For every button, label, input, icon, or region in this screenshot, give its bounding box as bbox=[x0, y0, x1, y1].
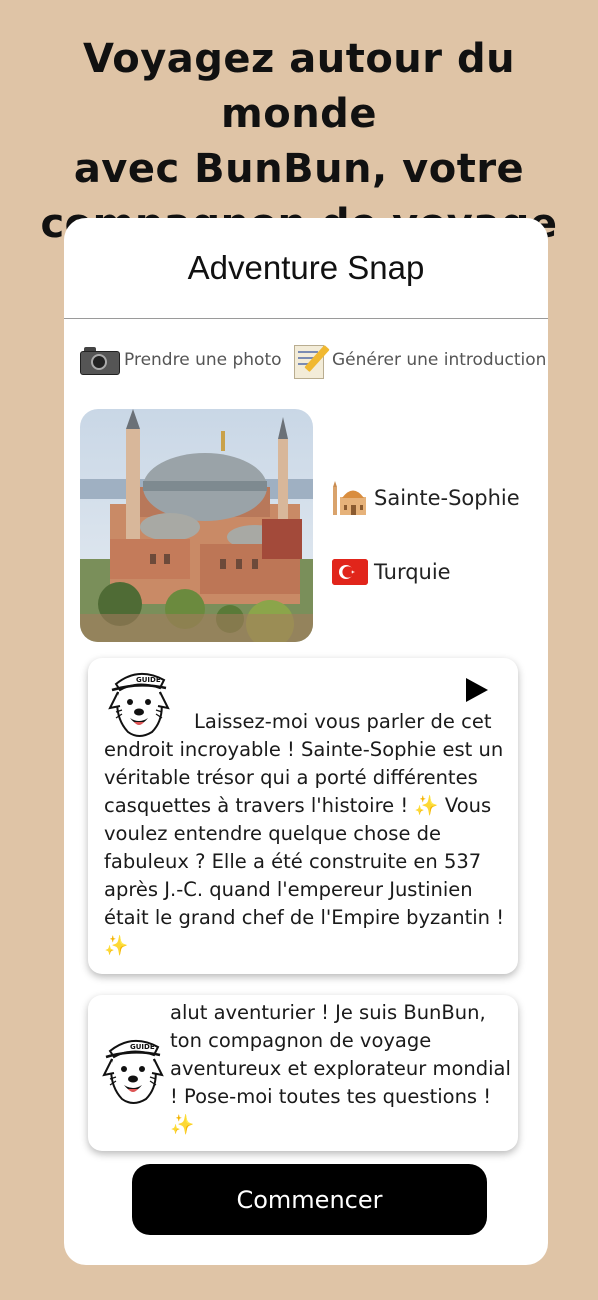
greeting-message-text: alut aventurier ! Je suis BunBun, ton co… bbox=[170, 1001, 511, 1136]
greeting-message-bubble: GUIDE alut aventurier ! Je suis BunBun, … bbox=[88, 995, 518, 1151]
svg-text:GUIDE: GUIDE bbox=[130, 1043, 155, 1051]
landmark-tag: Sainte-Sophie bbox=[332, 481, 520, 515]
title-divider bbox=[64, 318, 548, 319]
app-card: Adventure Snap Prendre une photo Générer… bbox=[64, 218, 548, 1265]
play-audio-button[interactable] bbox=[466, 678, 488, 702]
landmark-photo bbox=[80, 409, 313, 642]
country-name: Turquie bbox=[374, 560, 451, 584]
headline-line-2: avec BunBun, votre bbox=[73, 146, 525, 192]
generate-intro-button[interactable]: Générer une introduction bbox=[292, 340, 546, 380]
country-tag: Turquie bbox=[332, 555, 451, 589]
intro-message-bubble: GUIDE Laissez-moi vous parler de cet end… bbox=[88, 658, 518, 974]
bunbun-avatar: GUIDE bbox=[102, 1029, 164, 1109]
headline-line-1: Voyagez autour du monde bbox=[82, 36, 516, 137]
play-icon bbox=[466, 678, 488, 702]
take-photo-button[interactable]: Prendre une photo bbox=[78, 340, 282, 380]
mosque-icon bbox=[332, 481, 368, 515]
generate-intro-label: Générer une introduction bbox=[332, 350, 547, 370]
intro-message-text: Laissez-moi vous parler de cet endroit i… bbox=[104, 710, 505, 957]
memo-icon bbox=[292, 341, 330, 379]
camera-icon bbox=[78, 345, 120, 375]
landmark-name: Sainte-Sophie bbox=[374, 486, 520, 510]
svg-text:GUIDE: GUIDE bbox=[136, 676, 161, 684]
start-button[interactable]: Commencer bbox=[132, 1164, 487, 1235]
take-photo-label: Prendre une photo bbox=[124, 350, 282, 370]
turkey-flag-icon bbox=[332, 559, 368, 585]
app-title: Adventure Snap bbox=[187, 249, 425, 286]
